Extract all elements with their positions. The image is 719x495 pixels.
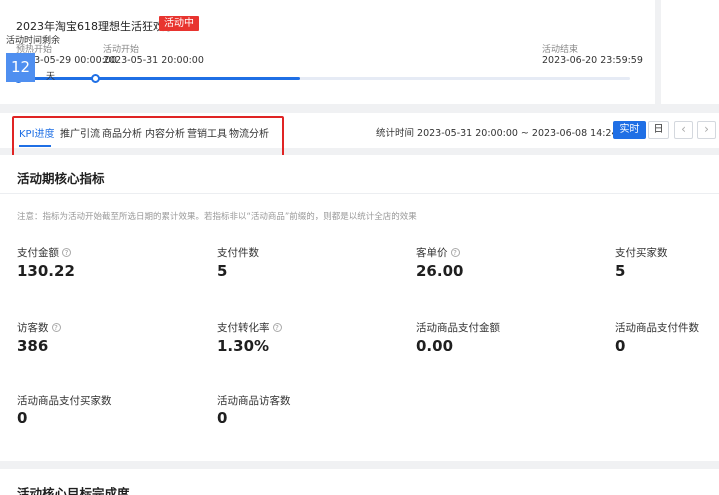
metric-label-text: 活动商品支付件数: [615, 322, 699, 334]
help-circle-icon[interactable]: ?: [272, 323, 282, 332]
metric-label: 支付买家数: [615, 245, 668, 260]
activity-start-value: 2023-05-31 20:00:00: [103, 55, 204, 66]
metrics-note: 注意：指标为活动开始截至所选日期的累计效果。若指标非以“活动商品”前缀的，则都是…: [17, 212, 417, 222]
metric-value: 0: [17, 409, 28, 427]
metric-label-text: 支付转化率: [217, 322, 270, 334]
metric-value: 26.00: [416, 262, 464, 280]
metric-value: 130.22: [17, 262, 75, 280]
metric-value: 5: [217, 262, 228, 280]
metric-label-text: 客单价: [416, 247, 448, 259]
status-badge: 活动中: [159, 16, 199, 31]
metric-label-text: 活动商品支付金额: [416, 322, 500, 334]
metric-value: 0: [217, 409, 228, 427]
chevron-right-icon[interactable]: ›: [697, 121, 716, 139]
core-metrics-title: 活动期核心指标: [17, 171, 105, 186]
metric-label: 支付金额?: [17, 245, 71, 260]
activity-start-marker: [91, 74, 100, 83]
metric-value: 0.00: [416, 337, 454, 355]
metric-label: 客单价?: [416, 245, 460, 260]
metric-label-text: 支付买家数: [615, 247, 668, 259]
metric-label: 支付转化率?: [217, 320, 282, 335]
activity-start-label: 活动开始: [103, 45, 140, 55]
metric-value: 0: [615, 337, 626, 355]
metric-label-text: 支付金额: [17, 247, 59, 259]
metric-value: 5: [615, 262, 626, 280]
core-metrics-card: [0, 155, 719, 461]
metric-label: 活动商品访客数: [217, 393, 291, 408]
help-circle-icon[interactable]: ?: [62, 248, 71, 257]
remaining-title: 活动时间剩余: [6, 36, 61, 46]
target-completion-title: 活动核心目标完成度: [17, 486, 130, 495]
metric-label: 活动商品支付金额: [416, 320, 500, 335]
metric-label-text: 访客数: [17, 322, 49, 334]
campaign-progress: [18, 77, 630, 80]
tabs-highlight-box: [12, 116, 284, 157]
day-button[interactable]: 日: [648, 121, 669, 139]
metric-label-text: 活动商品支付买家数: [17, 395, 112, 407]
metric-label: 活动商品支付买家数: [17, 393, 112, 408]
remaining-unit: 天: [46, 72, 56, 82]
realtime-button[interactable]: 实时: [613, 121, 646, 139]
metric-label: 访客数?: [17, 320, 61, 335]
metric-value: 386: [17, 337, 49, 355]
help-circle-icon[interactable]: ?: [51, 323, 61, 332]
remaining-time-card: [661, 0, 719, 104]
chevron-left-icon[interactable]: ‹: [674, 121, 693, 139]
metric-label-text: 活动商品访客数: [217, 395, 291, 407]
help-circle-icon[interactable]: ?: [450, 248, 460, 257]
statistics-time-range: 统计时间 2023-05-31 20:00:00 ~ 2023-06-08 14…: [376, 128, 633, 139]
metric-label-text: 支付件数: [217, 247, 259, 259]
section-divider: [0, 193, 719, 194]
activity-end-value: 2023-06-20 23:59:59: [542, 55, 643, 66]
metric-label: 活动商品支付件数: [615, 320, 699, 335]
metric-label: 支付件数: [217, 245, 259, 260]
remaining-days: 12: [6, 53, 35, 82]
campaign-title: 2023年淘宝618理想生活狂欢季: [16, 20, 175, 33]
campaign-progress-fill: [18, 77, 300, 80]
metric-value: 1.30%: [217, 337, 270, 355]
activity-end-label: 活动结束: [542, 45, 579, 55]
